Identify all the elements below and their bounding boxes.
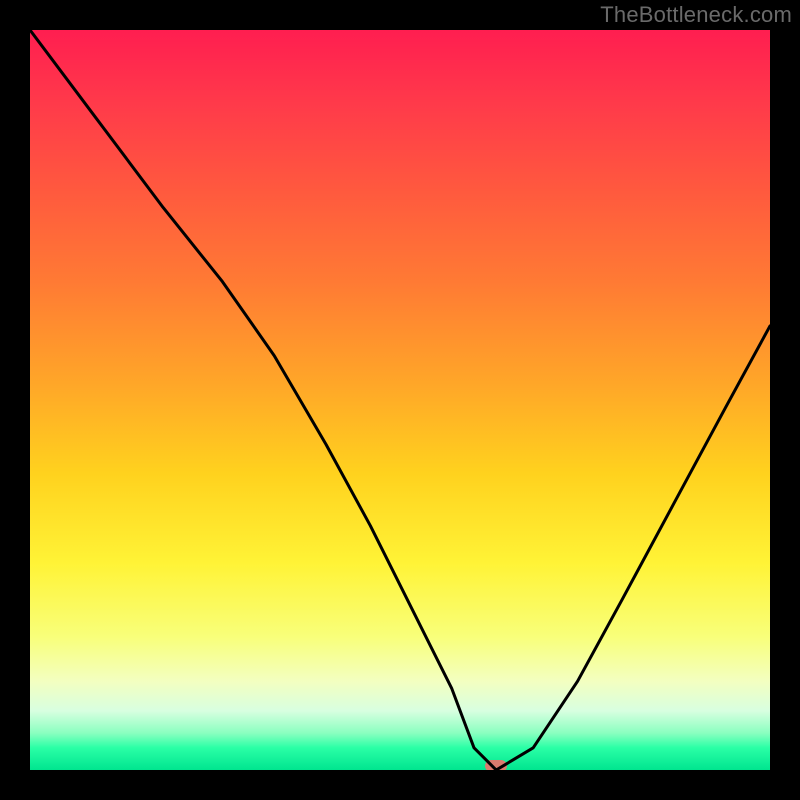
watermark-text: TheBottleneck.com bbox=[600, 2, 792, 28]
bottleneck-curve bbox=[30, 30, 770, 770]
chart-frame: TheBottleneck.com bbox=[0, 0, 800, 800]
curve-path bbox=[30, 30, 770, 770]
plot-area bbox=[30, 30, 770, 770]
